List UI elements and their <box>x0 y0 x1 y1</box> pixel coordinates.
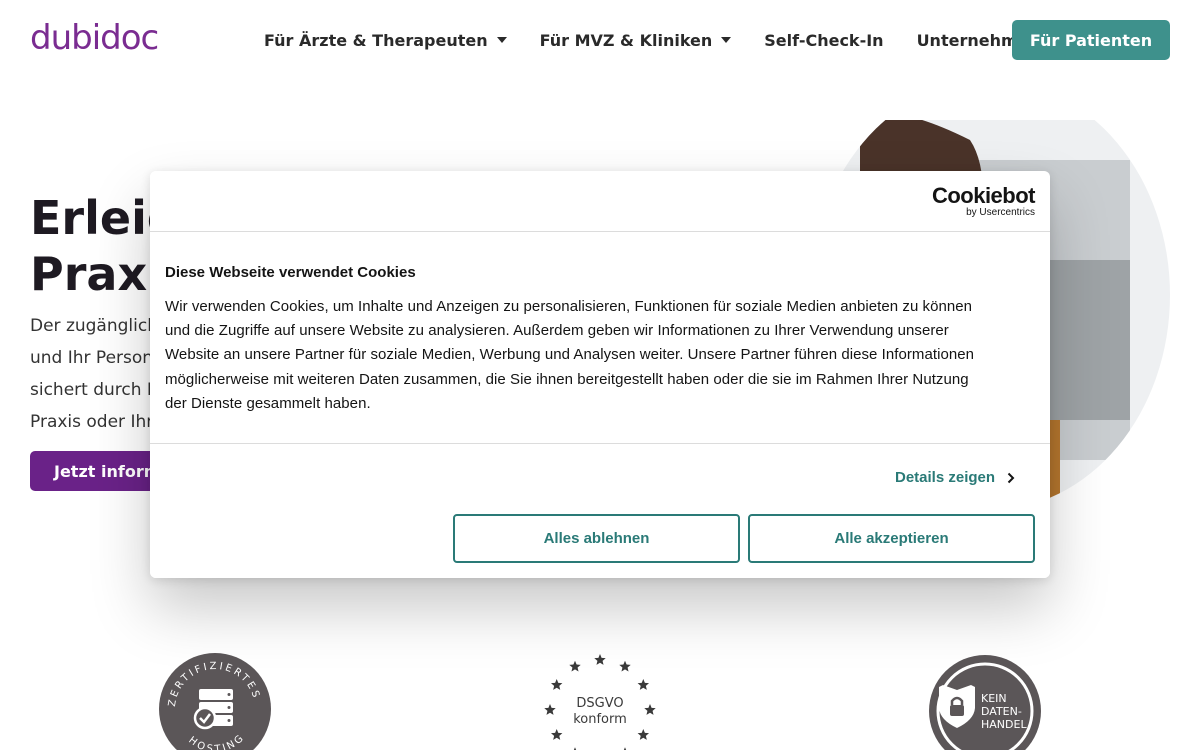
nav-item-aerzte[interactable]: Für Ärzte & Therapeuten <box>264 31 507 50</box>
cookie-dialog-text: Wir verwenden Cookies, um Inhalte und An… <box>165 295 1035 416</box>
kein-datenhandel-badge: KEIN DATEN- HANDEL <box>929 655 1041 750</box>
eu-star-icon <box>637 679 650 690</box>
eu-star-icon <box>644 704 656 715</box>
cookie-dialog-header: Cookiebot by Usercentrics <box>150 171 1050 232</box>
fuer-patienten-button[interactable]: Für Patienten <box>1012 20 1170 60</box>
dsgvo-line2: konform <box>573 712 627 727</box>
nav-item-mvz[interactable]: Für MVZ & Kliniken <box>540 31 732 50</box>
chevron-right-icon <box>1007 472 1015 483</box>
dsgvo-line1: DSGVO <box>576 696 623 711</box>
cookie-text-line: und die Zugriffe auf unsere Website zu a… <box>165 322 949 340</box>
cookie-text-line: der Dienste gesammelt haben. <box>165 394 371 412</box>
eu-star-icon <box>544 704 556 715</box>
eu-star-icon <box>550 679 563 690</box>
server-check-icon <box>193 689 233 730</box>
zertifiziertes-hosting-badge: ZERTIFIZIERTES HOSTING <box>159 653 271 750</box>
main-nav: Für Ärzte & Therapeuten Für MVZ & Klinik… <box>264 20 1092 60</box>
dsgvo-konform-badge: DSGVO konform <box>544 654 656 750</box>
cookiebot-logo[interactable]: Cookiebot by Usercentrics <box>931 183 1036 219</box>
caret-down-icon <box>496 37 507 43</box>
cookie-consent-dialog: Cookiebot by Usercentrics Diese Webseite… <box>150 171 1050 578</box>
cookie-dialog-title: Diese Webseite verwendet Cookies <box>165 264 416 281</box>
eu-star-icon <box>550 729 563 740</box>
alles-ablehnen-button[interactable]: Alles ablehnen <box>453 514 740 563</box>
eu-star-icon <box>619 660 631 672</box>
kein-line2: DATEN- <box>981 705 1022 718</box>
dubidoc-logo[interactable]: dubidoc <box>30 18 159 58</box>
details-zeigen-link[interactable]: Details zeigen <box>895 469 1015 486</box>
nav-item-label: Für MVZ & Kliniken <box>539 30 713 50</box>
eu-star-icon <box>594 654 606 665</box>
eu-star-icon <box>569 660 581 672</box>
eu-star-icon <box>637 729 650 740</box>
details-zeigen-label: Details zeigen <box>895 469 996 486</box>
nav-item-label: Für Ärzte & Therapeuten <box>264 30 488 50</box>
cookie-text-line: Website an unsere Partner für soziale Me… <box>165 346 975 364</box>
cookie-dialog-body: Diese Webseite verwendet Cookies Wir ver… <box>150 232 1050 444</box>
alle-akzeptieren-button[interactable]: Alle akzeptieren <box>748 514 1035 563</box>
cookie-text-line: Wir verwenden Cookies, um Inhalte und An… <box>165 298 973 315</box>
cookiebot-brand-sub: by Usercentrics <box>966 207 1035 218</box>
cookie-text-line: möglicherweise mit weiteren Daten zusamm… <box>165 370 969 388</box>
kein-line1: KEIN <box>981 692 1007 705</box>
caret-down-icon <box>721 37 732 43</box>
nav-item-self-check-in[interactable]: Self-Check-In <box>764 31 883 50</box>
nav-item-label: Self-Check-In <box>764 30 884 50</box>
cookiebot-brand: Cookiebot <box>931 183 1036 208</box>
kein-line3: HANDEL <box>981 718 1027 731</box>
